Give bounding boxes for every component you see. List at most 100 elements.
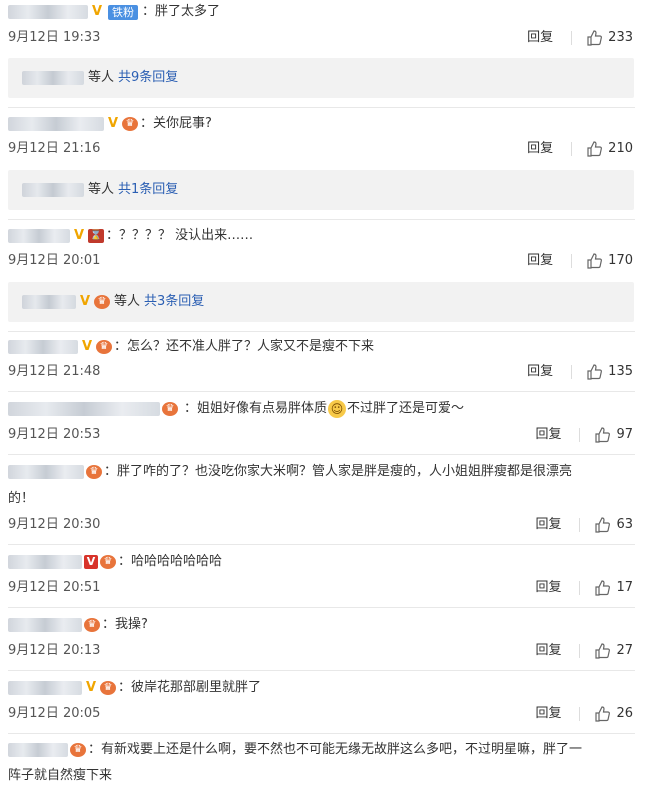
comment-actions: 回复 17: [535, 578, 633, 598]
thumbs-up-icon[interactable]: [586, 364, 603, 380]
v-verified-icon: V: [73, 228, 85, 243]
like-count: 135: [608, 364, 633, 379]
comment-actions: 回复 135: [527, 362, 633, 382]
divider: [8, 544, 635, 545]
fan-medal-icon: ♛: [70, 743, 86, 757]
comment-text: ：胖了太多了: [142, 4, 221, 19]
like-count: 170: [608, 253, 633, 268]
sub-replies-box[interactable]: V ♛ 等人 共3条回复: [8, 282, 634, 322]
divider: [8, 219, 635, 220]
username-blurred[interactable]: [8, 5, 88, 19]
comment-actions: 回复 210: [527, 139, 633, 159]
comment-header: ♛ ：有新戏要上还是什么啊，要不然也不可能无缘无故胖这么多吧，不过明星嘛，胖了一: [8, 739, 582, 761]
fan-medal-icon: ♛: [84, 618, 100, 632]
like-count: 26: [616, 706, 633, 721]
comment-date: 9月12日 20:05: [8, 706, 101, 721]
thumbs-up-icon[interactable]: [594, 427, 611, 443]
fan-medal-icon: ♛: [100, 555, 116, 569]
sub-replies-box[interactable]: 等人 共1条回复: [8, 170, 634, 210]
reply-button[interactable]: 回复: [535, 578, 561, 598]
thumbs-up-icon[interactable]: [594, 517, 611, 533]
username-blurred[interactable]: [8, 465, 84, 479]
thumbs-up-icon[interactable]: [586, 30, 603, 46]
comment-text: ：我操?: [102, 617, 148, 632]
thumbs-up-icon[interactable]: [586, 141, 603, 157]
fan-medal-icon: ♛: [94, 295, 110, 309]
comment-actions: 回复 233: [527, 28, 633, 48]
like-count: 27: [616, 643, 633, 658]
thumbs-up-icon[interactable]: [594, 706, 611, 722]
like-count: 17: [616, 580, 633, 595]
divider: [8, 454, 635, 455]
reply-button[interactable]: 回复: [535, 515, 561, 535]
comment-header: V ⌛ ：？？？？ 没认出来……: [8, 225, 253, 247]
reply-button[interactable]: 回复: [535, 704, 561, 724]
laughing-emoji-icon: ☺: [328, 400, 347, 418]
thumbs-up-icon[interactable]: [594, 643, 611, 659]
username-blurred[interactable]: [8, 117, 104, 131]
sub-replies-link[interactable]: 共1条回复: [118, 181, 178, 199]
comment-header: V ♛ ：彼岸花那部剧里就胖了: [8, 677, 261, 699]
thumbs-up-icon[interactable]: [586, 253, 603, 269]
comment-date: 9月12日 20:13: [8, 643, 101, 658]
comment-header: V 铁粉 ：胖了太多了: [8, 1, 220, 23]
divider: [8, 607, 635, 608]
v-verified-icon: V: [81, 339, 93, 354]
divider: [8, 391, 635, 392]
v-verified-icon: V: [84, 555, 98, 569]
like-count: 97: [616, 427, 633, 442]
comment-actions: 回复 97: [535, 425, 633, 445]
thumbs-up-icon[interactable]: [594, 580, 611, 596]
username-blurred[interactable]: [22, 71, 84, 85]
comment-date: 9月12日 20:53: [8, 427, 101, 442]
comment-text: ：彼岸花那部剧里就胖了: [118, 680, 262, 695]
username-blurred[interactable]: [22, 295, 76, 309]
separator: [579, 518, 581, 532]
v-verified-icon: V: [79, 294, 91, 309]
comment-header: V ♛ ：关你屁事?: [8, 113, 212, 135]
username-blurred[interactable]: [8, 618, 82, 632]
fan-medal-icon: ♛: [96, 340, 112, 354]
fan-medal-icon: ♛: [86, 465, 102, 479]
username-blurred[interactable]: [22, 183, 84, 197]
comment-text: ：哈哈哈哈哈哈哈: [118, 554, 223, 569]
comment-actions: 回复 26: [535, 704, 633, 724]
comment-text-line2: 的！: [8, 491, 35, 506]
v-verified-icon: V: [85, 680, 97, 695]
comment-date: 9月12日 20:30: [8, 517, 101, 532]
separator: [571, 31, 573, 45]
fan-medal-icon: ♛: [100, 681, 116, 695]
username-blurred[interactable]: [8, 229, 70, 243]
comment-date: 9月12日 19:33: [8, 30, 101, 45]
username-blurred[interactable]: [8, 681, 82, 695]
comment-text: ：姐姐好像有点易胖体质: [184, 401, 328, 416]
v-verified-icon: V: [107, 116, 119, 131]
sub-replies-link[interactable]: 共9条回复: [118, 69, 178, 87]
sub-replies-box[interactable]: 等人 共9条回复: [8, 58, 634, 98]
hourglass-medal-icon: ⌛: [88, 229, 104, 243]
reply-button[interactable]: 回复: [527, 139, 553, 159]
reply-button[interactable]: 回复: [527, 28, 553, 48]
reply-button[interactable]: 回复: [535, 641, 561, 661]
username-blurred[interactable]: [8, 402, 160, 416]
comment-date: 9月12日 21:16: [8, 141, 101, 156]
sub-replies-link[interactable]: 共3条回复: [144, 293, 204, 311]
reply-button[interactable]: 回复: [535, 425, 561, 445]
reply-button[interactable]: 回复: [527, 362, 553, 382]
reply-button[interactable]: 回复: [527, 251, 553, 271]
comment-header: V ♛ ：哈哈哈哈哈哈哈: [8, 551, 222, 573]
separator: [571, 365, 573, 379]
separator: [579, 707, 581, 721]
username-blurred[interactable]: [8, 340, 78, 354]
username-blurred[interactable]: [8, 555, 82, 569]
separator: [579, 644, 581, 658]
separator: [579, 428, 581, 442]
username-blurred[interactable]: [8, 743, 68, 757]
divider: [8, 107, 635, 108]
comment-text: ：？？？？ 没认出来……: [106, 228, 254, 243]
comment-text: ：胖了咋的了？也没吃你家大米啊？管人家是胖是瘦的，人小姐姐胖瘦都是很漂亮: [104, 464, 573, 479]
fan-medal-icon: ♛: [122, 117, 138, 131]
sub-replies-prefix: 等人: [88, 182, 115, 197]
like-count: 63: [616, 517, 633, 532]
divider: [8, 331, 635, 332]
